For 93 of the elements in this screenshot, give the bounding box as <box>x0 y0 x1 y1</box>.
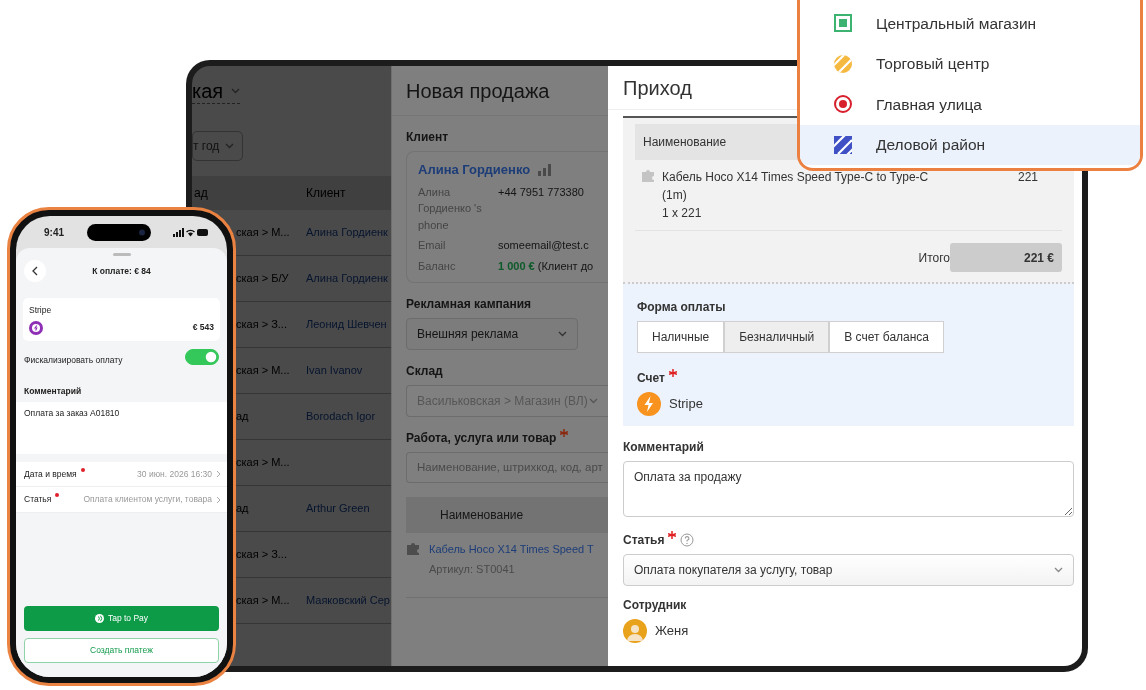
field-label: Дата и время <box>24 467 77 481</box>
employee-name: Женя <box>655 621 689 640</box>
store-title: кая <box>192 78 224 103</box>
status-time: 9:41 <box>44 225 64 240</box>
table-cell: ад <box>236 502 249 515</box>
screen-title: К оплате: € 84 <box>91 264 152 278</box>
table-cell: ская > З... <box>236 318 287 331</box>
create-payment-button[interactable]: Создать платеж <box>24 638 219 663</box>
total-label: Итого <box>918 249 950 267</box>
field-value: 30 июн. 2026 16:30 <box>137 467 212 481</box>
avatar-icon <box>623 618 647 643</box>
table-cell: ская > М... <box>236 456 290 469</box>
lightning-icon <box>637 392 661 416</box>
payment-name: Stripe <box>29 304 53 317</box>
field-label: Сотрудник <box>623 596 688 614</box>
contactless-icon <box>94 614 104 623</box>
drag-handle[interactable] <box>112 253 131 256</box>
account-name: Stripe <box>669 395 703 414</box>
table-cell: ская > М... <box>236 364 290 377</box>
product-quantity: 1 x 221 <box>662 205 703 222</box>
caret-icon <box>589 398 598 404</box>
caret-icon <box>231 87 241 94</box>
table-cell: ад <box>236 410 249 423</box>
dropdown-item[interactable]: Центральный магазин <box>800 3 1140 44</box>
client-link[interactable]: Леонид Шевчен <box>306 318 387 331</box>
pay-button[interactable]: Tap to Pay <box>24 606 219 631</box>
client-link[interactable]: Ivan Ivanov <box>306 364 363 377</box>
field-label: Форма оплаты <box>637 299 727 316</box>
comment-field[interactable]: Оплата за заказ А01810 <box>16 401 227 454</box>
caret-icon <box>1054 566 1063 573</box>
coin-icon <box>29 320 43 335</box>
column-header: Клиент <box>305 185 346 202</box>
table-cell: ская > М... <box>236 226 290 239</box>
client-link[interactable]: Borodach Igor <box>306 410 376 423</box>
back-button[interactable] <box>24 260 46 282</box>
client-link[interactable]: Алина Гордиенк <box>306 226 388 239</box>
back-icon <box>32 266 38 276</box>
payment-method-button[interactable]: Наличные <box>637 321 725 353</box>
comment-field[interactable]: Оплата за продажу <box>623 461 1074 517</box>
product-name: Кабель Hoco X14 Times Speed Type-C to Type-C (1m) <box>662 169 930 204</box>
caret-icon <box>558 331 567 337</box>
panel-title: Приход <box>623 75 692 101</box>
field-label: Комментарий <box>623 439 705 456</box>
store-selector[interactable]: кая <box>192 78 241 104</box>
field-label: Баланс <box>418 258 457 274</box>
puzzle-icon <box>406 541 421 556</box>
dropdown-item[interactable]: Деловой район <box>800 124 1140 165</box>
client-link[interactable]: Arthur Green <box>306 502 370 515</box>
toggle-label: Фискализировать оплату <box>24 354 123 368</box>
help-icon <box>680 532 695 547</box>
field-label: Статья <box>24 493 52 506</box>
caret-icon <box>225 143 235 149</box>
field-value: +44 7951 773380 <box>498 185 584 198</box>
dropdown-item[interactable]: Главная улица <box>800 84 1140 125</box>
table-cell: ская > З... <box>236 548 287 561</box>
panel-title: Новая продажа <box>406 78 550 104</box>
camera-island-icon <box>86 223 151 241</box>
product-amount: 221 <box>1017 169 1039 186</box>
dropdown-item[interactable]: Торговый центр <box>800 43 1140 84</box>
puzzle-icon <box>641 168 656 182</box>
field-label: Счет <box>637 370 665 387</box>
table-cell: ская > М... <box>236 594 290 607</box>
column-header: ад <box>193 185 209 202</box>
client-link[interactable]: Маяковский Сер <box>306 594 390 607</box>
status-icons <box>173 227 209 237</box>
client-link[interactable]: Алина Гордиенк <box>306 272 388 285</box>
field-label: Рекламная кампания <box>406 296 533 313</box>
payment-amount: € 543 <box>192 321 214 335</box>
field-note: (Клиент до <box>537 259 594 272</box>
product-link[interactable]: Кабель Hoco X14 Times Speed T <box>429 541 594 558</box>
list-row[interactable]: Дата и время 30 июн. 2026 16:30 <box>16 461 227 488</box>
total-amount: 221 € <box>950 243 1062 272</box>
bars-icon <box>538 163 552 176</box>
list-row[interactable]: Статья Оплата клиентом услуги, товара <box>16 487 227 513</box>
field-label: Статья <box>623 531 665 549</box>
column-header: Наименование <box>439 507 524 525</box>
select-field[interactable]: Оплата покупателя за услугу, товар <box>623 553 1074 586</box>
select-field[interactable]: Внешняя реклама <box>406 318 578 350</box>
toggle-switch[interactable] <box>185 348 219 365</box>
field-label: Клиент <box>406 129 450 146</box>
chevron-icon <box>216 469 221 478</box>
payment-method-button[interactable]: Безналичный <box>724 321 830 353</box>
column-header: Наименование <box>643 134 727 151</box>
field-value: 1 000 € <box>498 259 535 272</box>
field-value: Оплата клиентом услуги, товара <box>83 493 212 506</box>
payment-method-button[interactable]: В счет баланса <box>829 321 945 353</box>
field-label: Работа, услуга или товар <box>406 430 557 447</box>
field-label: Email <box>418 238 447 253</box>
client-link[interactable]: Алина Гордиенко <box>418 160 531 180</box>
section-label: Комментарий <box>23 384 83 398</box>
field-label: Склад <box>406 363 444 380</box>
chevron-icon <box>216 495 221 504</box>
table-cell: ская > Б/У <box>236 272 289 285</box>
